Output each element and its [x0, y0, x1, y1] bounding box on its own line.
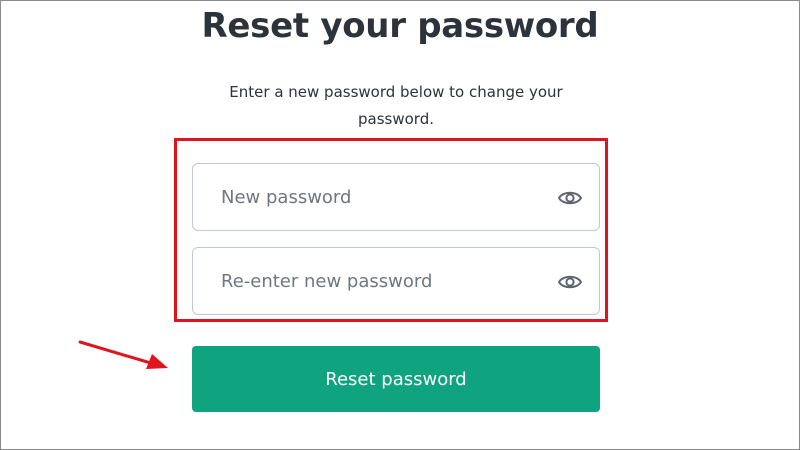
new-password-input[interactable] — [193, 164, 599, 230]
page-title: Reset your password — [201, 6, 599, 46]
annotation-arrow-icon — [78, 340, 168, 369]
eye-icon[interactable] — [557, 270, 583, 294]
new-password-field[interactable] — [192, 163, 600, 231]
reset-password-button[interactable]: Reset password — [192, 346, 600, 412]
reenter-password-field[interactable] — [192, 247, 600, 315]
eye-icon[interactable] — [557, 186, 583, 210]
page-description: Enter a new password below to change you… — [229, 83, 563, 128]
reenter-password-input[interactable] — [193, 248, 599, 314]
